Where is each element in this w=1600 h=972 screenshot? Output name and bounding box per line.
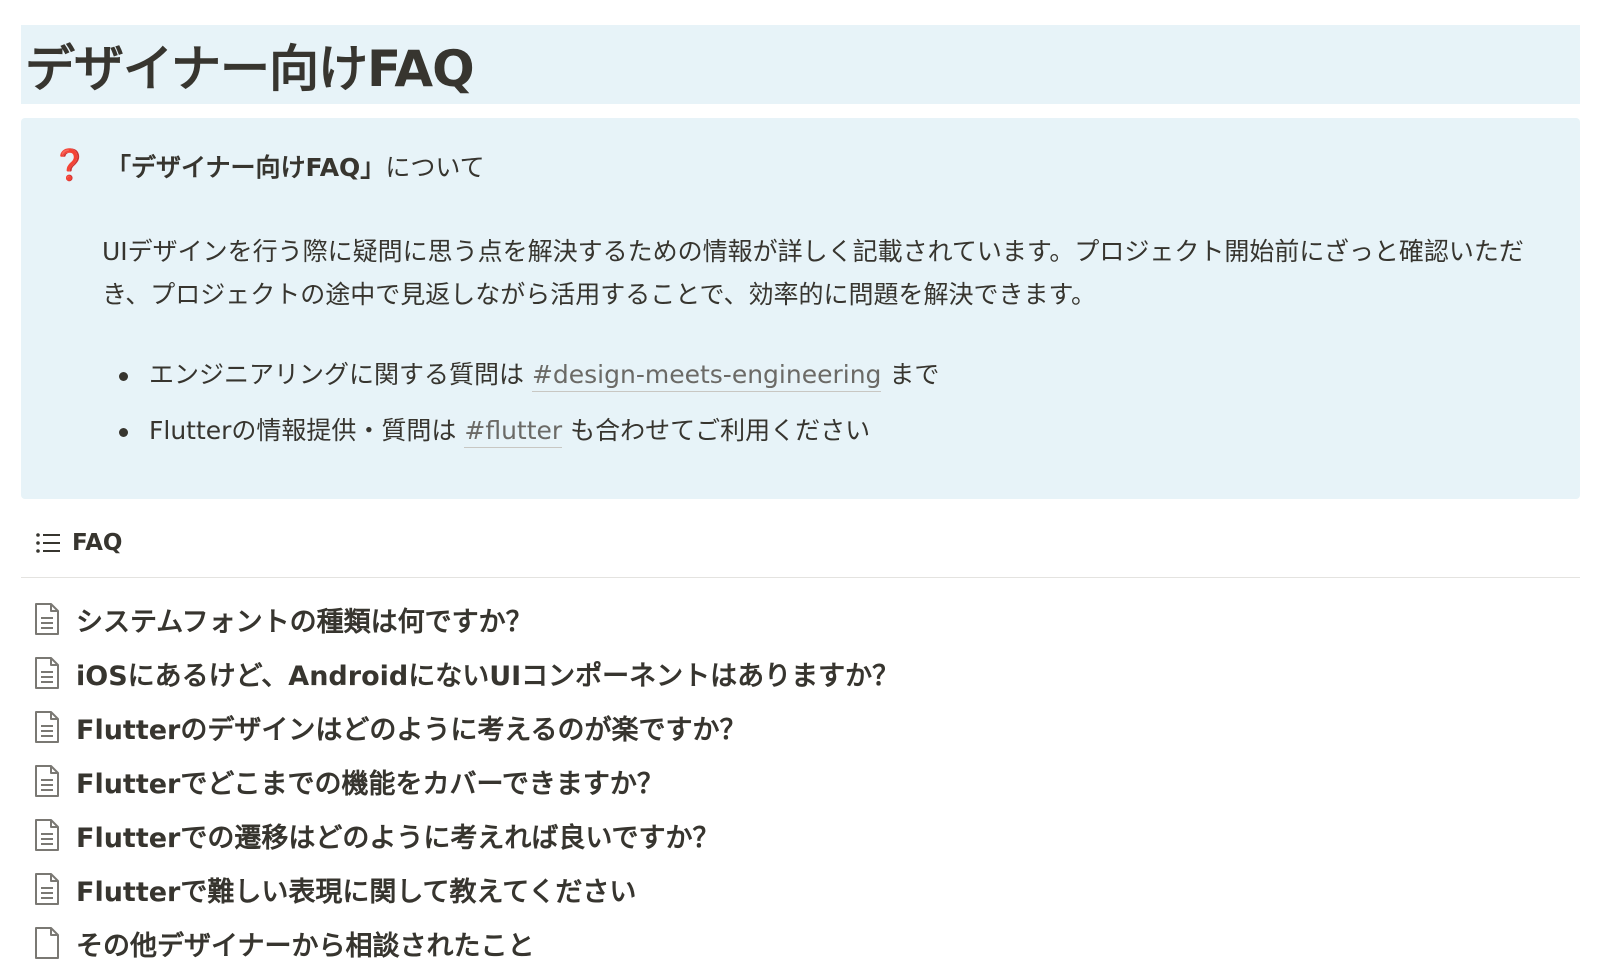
document-blank-icon bbox=[35, 927, 59, 959]
faq-item-label: Flutterで難しい表現に関して教えてください bbox=[76, 876, 637, 908]
page-title: デザイナー向けFAQ bbox=[25, 39, 475, 98]
question-mark-icon: ❓ bbox=[51, 148, 89, 183]
callout-bullet-list: エンジニアリングに関する質問は #design-meets-engineerin… bbox=[102, 358, 939, 470]
faq-item-label: Flutterでの遷移はどのように考えれば良いですか？ bbox=[76, 822, 720, 854]
faq-item[interactable]: Flutterのデザインはどのように考えるのが楽ですか？ bbox=[33, 700, 899, 754]
bullet-flutter: Flutterの情報提供・質問は #flutter も合わせてご利用ください bbox=[102, 414, 939, 448]
faq-item[interactable]: Flutterで難しい表現に関して教えてください bbox=[33, 862, 899, 916]
bullet-text: Flutterの情報提供・質問は bbox=[149, 416, 465, 445]
callout-block: ❓ 「デザイナー向けFAQ」について UIデザインを行う際に疑問に思う点を解決す… bbox=[21, 118, 1580, 499]
callout-description: UIデザインを行う際に疑問に思う点を解決するための情報が詳しく記載されています。… bbox=[102, 237, 1524, 309]
document-text-icon bbox=[35, 711, 59, 743]
callout-heading: 「デザイナー向けFAQ」について bbox=[106, 152, 485, 184]
channel-link-design-meets-engineering[interactable]: #design-meets-engineering bbox=[531, 360, 882, 392]
bullet-text: も合わせてご利用ください bbox=[562, 416, 871, 445]
callout-heading-rest: について bbox=[385, 153, 485, 182]
faq-item-label: Flutterのデザインはどのように考えるのが楽ですか？ bbox=[76, 714, 747, 746]
bullet-text: まで bbox=[881, 360, 940, 389]
faq-item-label: システムフォントの種類は何ですか？ bbox=[76, 606, 533, 638]
faq-item[interactable]: システムフォントの種類は何ですか？ bbox=[33, 592, 899, 646]
document-text-icon bbox=[35, 603, 59, 635]
callout-heading-bold: 「デザイナー向けFAQ」 bbox=[106, 153, 386, 182]
faq-database-header[interactable]: FAQ bbox=[35, 527, 122, 559]
document-text-icon bbox=[35, 819, 59, 851]
faq-item[interactable]: iOSにあるけど、AndroidにないUIコンポーネントはありますか？ bbox=[33, 646, 899, 700]
faq-item[interactable]: Flutterでの遷移はどのように考えれば良いですか？ bbox=[33, 808, 899, 862]
document-text-icon bbox=[35, 873, 59, 905]
page-title-block: デザイナー向けFAQ bbox=[21, 25, 1580, 104]
document-text-icon bbox=[35, 765, 59, 797]
divider bbox=[21, 577, 1580, 578]
bullet-text: エンジニアリングに関する質問は bbox=[149, 360, 532, 389]
bullet-engineering: エンジニアリングに関する質問は #design-meets-engineerin… bbox=[102, 358, 940, 392]
faq-item-label: iOSにあるけど、AndroidにないUIコンポーネントはありますか？ bbox=[76, 660, 900, 692]
faq-header-label: FAQ bbox=[72, 530, 123, 556]
faq-item[interactable]: その他デザイナーから相談されたこと bbox=[33, 916, 899, 970]
faq-list: システムフォントの種類は何ですか？ iOSにあるけど、AndroidにないUIコ… bbox=[33, 592, 899, 970]
faq-item[interactable]: Flutterでどこまでの機能をカバーできますか？ bbox=[33, 754, 899, 808]
document-text-icon bbox=[35, 657, 59, 689]
channel-link-flutter[interactable]: #flutter bbox=[464, 416, 563, 448]
faq-item-label: Flutterでどこまでの機能をカバーできますか？ bbox=[76, 768, 664, 800]
list-icon bbox=[36, 533, 60, 553]
faq-item-label: その他デザイナーから相談されたこと bbox=[76, 930, 535, 962]
